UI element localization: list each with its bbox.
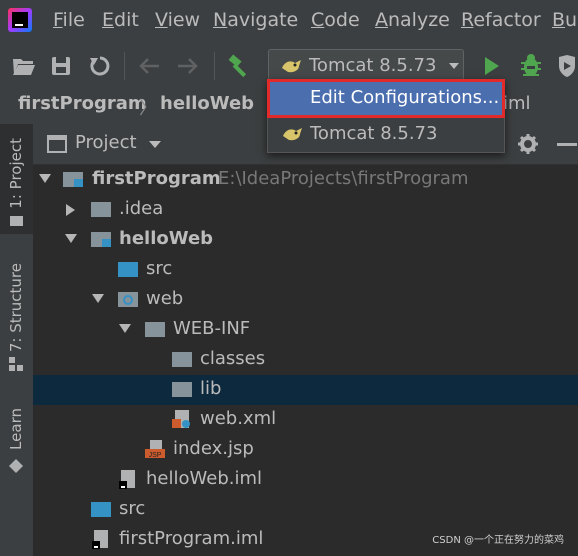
svg-text:JSP: JSP — [149, 452, 162, 459]
tool-window-stripe: 1: Project 7: Structure Learn — [0, 124, 33, 556]
structure-icon — [9, 357, 23, 371]
back-arrow-icon[interactable] — [138, 57, 160, 75]
panel-title[interactable]: Project — [75, 132, 137, 153]
tree-row[interactable]: web — [33, 285, 578, 315]
breadcrumb-item[interactable]: firstProgram — [18, 93, 147, 114]
tree-row[interactable]: firstProgram E:\IdeaProjects\firstProgra… — [33, 165, 578, 195]
tree-row[interactable]: web.xml — [33, 405, 578, 435]
module-folder-icon — [91, 232, 111, 247]
tree-item-label: helloWeb.iml — [146, 468, 262, 489]
run-config-dropdown: Edit Configurations... Tomcat 8.5.73 — [267, 79, 505, 153]
project-view-icon — [47, 135, 67, 153]
folder-icon — [10, 216, 23, 226]
menu-code[interactable]: Code — [311, 9, 360, 31]
tree-item-label: lib — [200, 378, 222, 399]
save-icon[interactable] — [51, 56, 71, 76]
breadcrumb-file-tail[interactable]: iml — [503, 93, 531, 114]
folder-icon — [91, 202, 111, 217]
chevron-down-icon — [449, 63, 459, 69]
menu-analyze[interactable]: Analyze — [375, 9, 450, 31]
tree-row[interactable]: classes — [33, 345, 578, 375]
web-folder-icon — [118, 292, 138, 307]
run-configuration-combo[interactable]: Tomcat 8.5.73 — [268, 49, 464, 81]
breadcrumb-separator: 〉 — [139, 98, 157, 119]
source-folder-icon — [91, 502, 111, 517]
build-hammer-icon[interactable] — [227, 54, 251, 78]
xml-file-icon — [172, 410, 190, 428]
folder-icon — [145, 322, 165, 337]
forward-arrow-icon[interactable] — [177, 57, 199, 75]
learn-icon — [9, 459, 23, 473]
tree-item-label: WEB-INF — [173, 318, 251, 339]
menu-view[interactable]: View — [155, 9, 200, 31]
hide-panel-icon[interactable] — [557, 143, 577, 146]
tree-item-label: firstProgram.iml — [119, 528, 264, 549]
tree-row-selected[interactable]: lib — [33, 375, 578, 405]
tree-item-label: firstProgram — [92, 168, 221, 189]
tree-row[interactable]: WEB-INF — [33, 315, 578, 345]
menu-file[interactable]: File — [53, 9, 85, 31]
menu-navigate[interactable]: Navigate — [213, 9, 298, 31]
tree-item-label: classes — [200, 348, 266, 369]
menu-refactor[interactable]: Refactor — [461, 9, 541, 31]
tree-row[interactable]: JSP index.jsp — [33, 435, 578, 465]
tomcat-menu-item[interactable]: Tomcat 8.5.73 — [268, 118, 504, 150]
tomcat-icon — [283, 128, 302, 141]
menu-item-label: Edit Configurations... — [310, 87, 500, 108]
breadcrumb-item[interactable]: helloWeb — [160, 93, 254, 114]
debug-bug-icon[interactable] — [519, 53, 543, 79]
tree-item-label: src — [119, 498, 146, 519]
run-play-icon[interactable] — [483, 55, 501, 77]
menu-bar: File Edit View Navigate Code Analyze Ref… — [0, 0, 578, 44]
tree-row[interactable]: helloWeb.iml — [33, 465, 578, 495]
gear-icon[interactable] — [517, 133, 539, 155]
run-config-label: Tomcat 8.5.73 — [309, 55, 437, 76]
tree-row[interactable]: src — [33, 255, 578, 285]
tree-row[interactable]: src — [33, 495, 578, 525]
module-folder-icon — [63, 172, 83, 187]
tab-project[interactable]: 1: Project — [0, 124, 33, 234]
menu-item-label: Tomcat 8.5.73 — [310, 123, 438, 144]
iml-file-icon — [92, 530, 108, 549]
tree-item-label: .idea — [119, 198, 164, 219]
edit-configurations-menu-item[interactable]: Edit Configurations... — [267, 79, 505, 118]
tab-learn[interactable]: Learn — [0, 402, 33, 482]
tab-structure[interactable]: 7: Structure — [0, 259, 33, 379]
tree-row[interactable]: helloWeb — [33, 225, 578, 255]
folder-icon — [172, 382, 192, 397]
tree-item-path: E:\IdeaProjects\firstProgram — [218, 168, 469, 189]
coverage-shield-icon[interactable] — [556, 54, 578, 78]
tree-item-label: web — [146, 288, 184, 309]
jsp-file-icon: JSP — [145, 440, 165, 459]
intellij-logo-icon[interactable] — [8, 8, 32, 32]
sync-icon[interactable] — [89, 55, 111, 77]
folder-icon — [172, 352, 192, 367]
tree-item-label: src — [146, 258, 173, 279]
tree-item-label: web.xml — [200, 408, 277, 429]
chevron-down-icon[interactable] — [149, 141, 161, 148]
watermark: CSDN @一个正在努力的菜鸡 — [432, 535, 564, 546]
open-folder-icon[interactable] — [12, 56, 36, 76]
tree-item-label: helloWeb — [119, 228, 214, 249]
source-folder-icon — [118, 262, 138, 277]
tree-item-label: index.jsp — [173, 438, 254, 459]
iml-file-icon — [119, 470, 135, 489]
tree-row[interactable]: .idea — [33, 195, 578, 225]
tomcat-icon — [282, 60, 301, 73]
menu-edit[interactable]: Edit — [102, 9, 139, 31]
menu-build[interactable]: Buil — [552, 9, 578, 31]
